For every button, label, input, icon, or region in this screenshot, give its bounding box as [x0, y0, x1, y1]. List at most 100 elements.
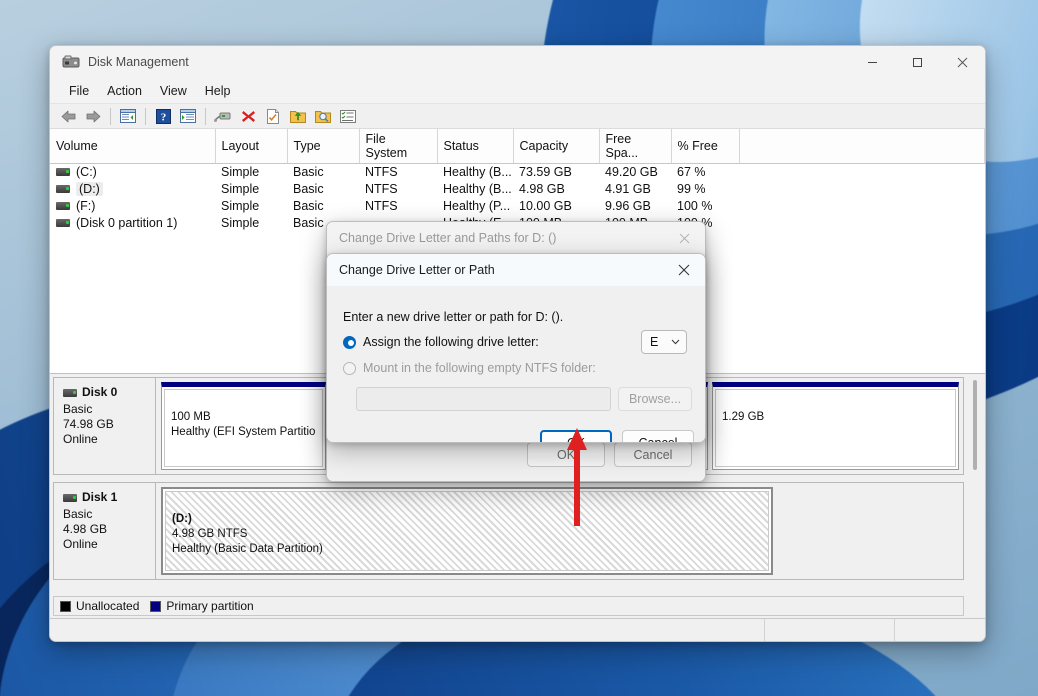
partition-status: Healthy (EFI System Partitio	[171, 425, 316, 440]
properties-icon[interactable]	[211, 105, 235, 127]
rescan-disks-icon[interactable]	[261, 105, 285, 127]
annotation-arrow-icon	[566, 428, 588, 526]
column-header-capacity[interactable]: Capacity	[513, 129, 599, 164]
cell-file-system: NTFS	[359, 198, 437, 215]
close-button[interactable]	[940, 46, 985, 78]
cell-free-space: 49.20 GB	[599, 164, 671, 181]
drive-icon	[56, 219, 70, 227]
cell-type: Basic	[287, 164, 359, 181]
back-arrow-icon[interactable]	[56, 105, 80, 127]
maximize-button[interactable]	[895, 46, 940, 78]
mount-ntfs-folder-radio-row[interactable]: Mount in the following empty NTFS folder…	[343, 361, 596, 375]
back-dialog-cancel-button[interactable]: Cancel	[614, 442, 692, 467]
statusbar-segment-3	[895, 619, 985, 641]
table-row[interactable]: (C:) Simple Basic NTFS Healthy (B... 73.…	[50, 164, 985, 181]
partition-legend: Unallocated Primary partition	[53, 596, 964, 616]
legend-swatch-primary	[150, 601, 161, 612]
volume-name: (Disk 0 partition 1)	[76, 216, 177, 230]
export-list-icon[interactable]	[286, 105, 310, 127]
cell-volume: (Disk 0 partition 1)	[50, 215, 215, 232]
partition-size: 100 MB	[171, 410, 316, 425]
back-dialog-titlebar[interactable]: Change Drive Letter and Paths for D: ()	[327, 222, 705, 254]
column-header-layout[interactable]: Layout	[215, 129, 287, 164]
disk0-info: Disk 0 Basic 74.98 GB Online	[54, 378, 156, 474]
partition-disk1-d[interactable]: (D:) 4.98 GB NTFS Healthy (Basic Data Pa…	[161, 487, 773, 575]
partition-size: 1.29 GB	[722, 410, 949, 425]
mount-path-input[interactable]	[356, 387, 611, 411]
cell-status: Healthy (P...	[437, 198, 513, 215]
partition-disk0-efi[interactable]: 100 MB Healthy (EFI System Partitio	[161, 382, 326, 470]
menu-action[interactable]: Action	[98, 81, 151, 101]
assign-drive-letter-radio[interactable]	[343, 336, 356, 349]
front-dialog-title: Change Drive Letter or Path	[339, 263, 495, 277]
scrollbar-thumb[interactable]	[973, 380, 977, 470]
partition-disk0-recovery[interactable]: 1.29 GB	[712, 382, 959, 470]
cell-empty	[739, 164, 985, 181]
back-dialog-close-icon[interactable]	[663, 222, 705, 254]
disk1-info: Disk 1 Basic 4.98 GB Online	[54, 483, 156, 579]
table-header-row: Volume Layout Type File System Status Ca…	[50, 129, 985, 164]
show-hide-action-pane-icon[interactable]	[176, 105, 200, 127]
disk1-type: Basic	[63, 507, 147, 522]
disk-management-icon	[62, 55, 80, 69]
assign-drive-letter-radio-row[interactable]: Assign the following drive letter:	[343, 335, 539, 349]
volume-table: Volume Layout Type File System Status Ca…	[50, 129, 985, 232]
mount-ntfs-folder-radio[interactable]	[343, 362, 356, 375]
cancel-button[interactable]: Cancel	[622, 430, 694, 443]
assign-drive-letter-label: Assign the following drive letter:	[363, 335, 539, 349]
volume-name: (C:)	[76, 165, 97, 179]
cell-file-system: NTFS	[359, 164, 437, 181]
table-row[interactable]: (F:) Simple Basic NTFS Healthy (P... 10.…	[50, 198, 985, 215]
table-row[interactable]: (D:) Simple Basic NTFS Healthy (B... 4.9…	[50, 181, 985, 198]
drive-letter-combobox[interactable]: E	[641, 330, 687, 354]
partition-label: (D:)	[172, 513, 192, 525]
minimize-button[interactable]	[850, 46, 895, 78]
toolbar-separator	[145, 108, 146, 125]
detail-view-icon[interactable]	[336, 105, 360, 127]
column-header-type[interactable]: Type	[287, 129, 359, 164]
forward-arrow-icon[interactable]	[81, 105, 105, 127]
browse-button[interactable]: Browse...	[618, 387, 692, 411]
drive-letter-value: E	[650, 335, 658, 349]
front-dialog-body: Enter a new drive letter or path for D: …	[327, 286, 705, 442]
search-icon[interactable]	[311, 105, 335, 127]
menubar: File Action View Help	[50, 78, 985, 104]
menu-file[interactable]: File	[60, 81, 98, 101]
legend-swatch-unallocated	[60, 601, 71, 612]
menu-view[interactable]: View	[151, 81, 196, 101]
drive-icon	[56, 202, 70, 210]
delete-icon[interactable]	[236, 105, 260, 127]
show-hide-console-tree-icon[interactable]	[116, 105, 140, 127]
legend-label-unallocated: Unallocated	[76, 599, 139, 613]
cell-free-space: 9.96 GB	[599, 198, 671, 215]
disk-icon	[63, 494, 77, 502]
column-header-file-system[interactable]: File System	[359, 129, 437, 164]
disk0-name: Disk 0	[82, 385, 117, 400]
statusbar-segment-2	[765, 619, 895, 641]
front-dialog-close-icon[interactable]	[663, 254, 705, 286]
help-icon[interactable]: ?	[151, 105, 175, 127]
cell-capacity: 73.59 GB	[513, 164, 599, 181]
front-dialog-titlebar[interactable]: Change Drive Letter or Path	[327, 254, 705, 286]
statusbar	[50, 618, 985, 641]
disk0-size: 74.98 GB	[63, 417, 147, 432]
disk1-state: Online	[63, 537, 147, 552]
column-header-empty[interactable]	[739, 129, 985, 164]
cell-empty	[739, 198, 985, 215]
column-header-volume[interactable]: Volume	[50, 129, 215, 164]
column-header-percent-free[interactable]: % Free	[671, 129, 739, 164]
column-header-status[interactable]: Status	[437, 129, 513, 164]
cell-volume: (C:)	[50, 164, 215, 181]
column-header-free-space[interactable]: Free Spa...	[599, 129, 671, 164]
disk0-type: Basic	[63, 402, 147, 417]
cell-percent-free: 99 %	[671, 181, 739, 198]
cell-layout: Simple	[215, 164, 287, 181]
menu-help[interactable]: Help	[196, 81, 240, 101]
volume-name: (D:)	[76, 182, 103, 196]
window-titlebar[interactable]: Disk Management	[50, 46, 985, 78]
disk-row-disk1[interactable]: Disk 1 Basic 4.98 GB Online (D:) 4.98 GB…	[53, 482, 964, 580]
statusbar-segment-1	[50, 619, 765, 641]
cell-volume: (F:)	[50, 198, 215, 215]
disk-pane-scrollbar[interactable]	[969, 378, 981, 592]
toolbar-separator	[110, 108, 111, 125]
